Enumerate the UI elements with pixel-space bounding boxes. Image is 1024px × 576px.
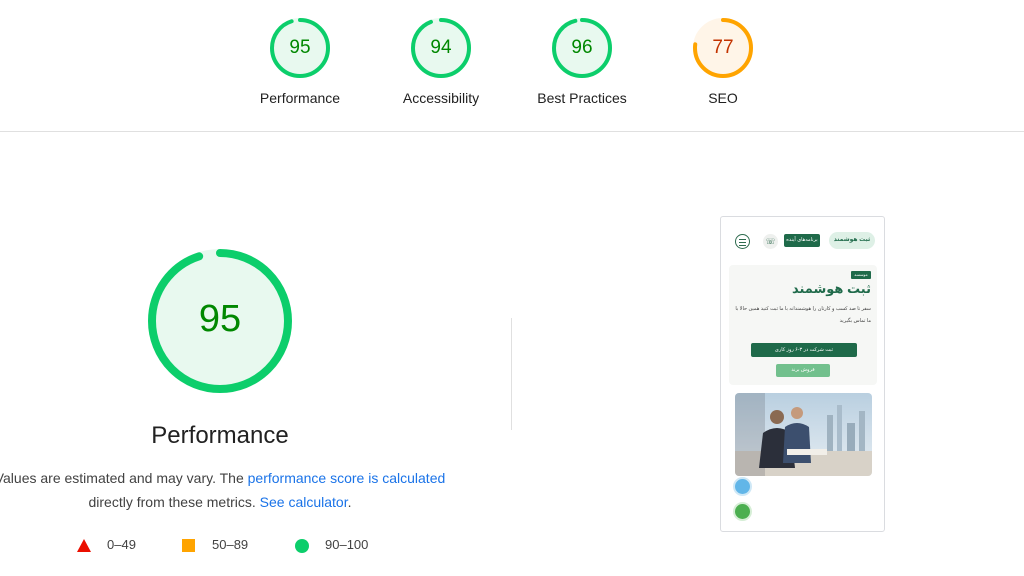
legend-range: 50–89 xyxy=(212,537,249,552)
screenshot-header: ☏ برنامه‌های آینده ثبت هوشمند xyxy=(729,231,877,251)
phone-icon: ☏ xyxy=(763,234,778,249)
gauge-score: 95 xyxy=(289,37,311,58)
screenshot-header-button: برنامه‌های آینده xyxy=(784,234,820,247)
performance-title: Performance xyxy=(151,422,289,449)
performance-gauge: 95 xyxy=(148,249,292,393)
gauge-ring: 77 xyxy=(693,18,753,78)
gauge-ring: 94 xyxy=(411,18,471,78)
gauge-score: 94 xyxy=(430,37,452,58)
screenshot-hero: موسسه ثبت هوشمند سفر تا صد کسب و کارتان … xyxy=(729,265,877,385)
performance-score: 95 xyxy=(198,298,242,340)
gauge-label: Performance xyxy=(259,90,341,106)
orange-square-icon xyxy=(182,539,195,552)
description-text: . xyxy=(347,494,352,510)
legend-range: 0–49 xyxy=(107,537,136,552)
screenshot-primary-cta: ثبت شرکت در ۳-۶ روز کاری xyxy=(751,343,857,357)
hamburger-menu-icon xyxy=(735,234,750,249)
chat-button-icon xyxy=(733,477,752,496)
gauge-label: Best Practices xyxy=(537,90,627,106)
gauge-best-practices[interactable]: 96 Best Practices xyxy=(527,18,637,106)
vertical-divider xyxy=(511,318,512,430)
gauge-label: SEO xyxy=(708,90,738,106)
screenshot-secondary-cta: فروش برند xyxy=(776,364,830,377)
screenshot-logo: ثبت هوشمند xyxy=(829,232,875,249)
business-meeting-photo xyxy=(735,393,872,476)
category-summary-bar: 95 Performance 94 Accessibility 96 Best … xyxy=(0,0,1024,132)
description-text: Values are estimated and may vary. The xyxy=(0,470,248,486)
gauge-label: Accessibility xyxy=(402,90,480,106)
red-triangle-icon xyxy=(77,539,91,552)
see-calculator-link[interactable]: See calculator xyxy=(260,494,348,510)
final-screenshot[interactable]: ☏ برنامه‌های آینده ثبت هوشمند موسسه ثبت … xyxy=(720,216,885,532)
screenshot-tag: موسسه xyxy=(851,271,871,279)
screenshot-text: سفر تا صد کسب و کارتان را هوشمندانه با م… xyxy=(735,306,871,324)
whatsapp-button-icon xyxy=(733,502,752,521)
gauge-seo[interactable]: 77 SEO xyxy=(668,18,778,106)
green-circle-icon xyxy=(295,539,309,553)
legend-range: 90–100 xyxy=(325,537,369,552)
score-calculated-link[interactable]: performance score is calculated xyxy=(248,470,446,486)
gauge-score: 77 xyxy=(712,37,734,58)
description-text: directly from these metrics. xyxy=(88,494,260,510)
gauge-ring: 96 xyxy=(552,18,612,78)
gauge-performance[interactable]: 95 Performance xyxy=(245,18,355,106)
gauge-score: 96 xyxy=(571,37,593,58)
gauge-accessibility[interactable]: 94 Accessibility xyxy=(386,18,496,106)
performance-description: Values are estimated and may vary. The p… xyxy=(0,466,450,514)
gauge-ring: 95 xyxy=(270,18,330,78)
screenshot-title: ثبت هوشمند xyxy=(791,281,871,296)
